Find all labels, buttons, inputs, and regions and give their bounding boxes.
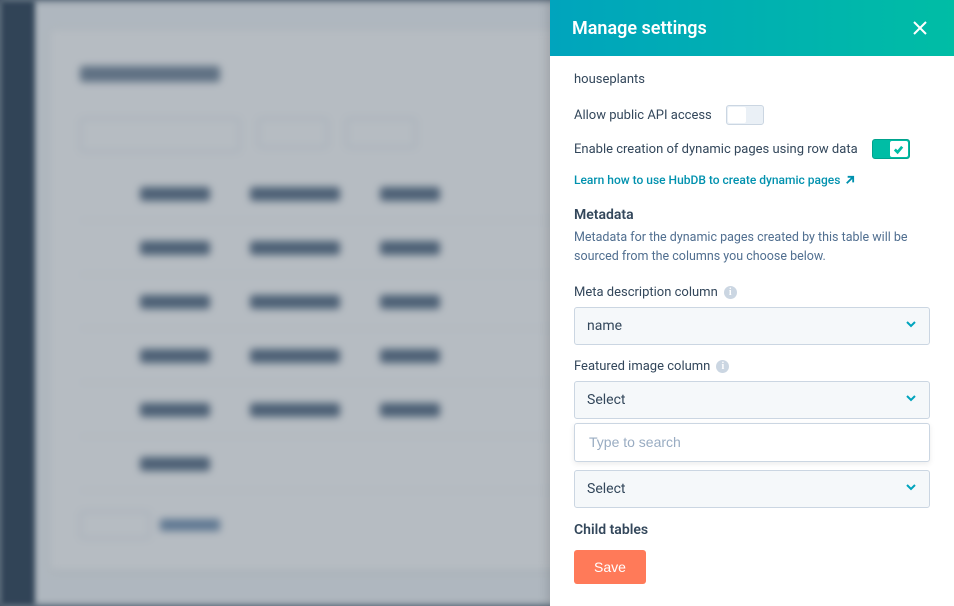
- learn-link[interactable]: Learn how to use HubDB to create dynamic…: [574, 173, 855, 187]
- chevron-down-icon: [905, 318, 917, 330]
- dropdown-search: [574, 423, 930, 462]
- api-access-row: Allow public API access: [574, 105, 930, 125]
- dropdown-search-input[interactable]: [589, 434, 915, 450]
- check-icon: [893, 144, 904, 155]
- chevron-down-icon: [905, 481, 917, 493]
- featured-image-select[interactable]: Select: [574, 381, 930, 419]
- meta-desc-value: name: [587, 318, 622, 334]
- api-access-label: Allow public API access: [574, 108, 712, 123]
- settings-panel: Manage settings houseplants Allow public…: [550, 0, 954, 606]
- learn-link-text: Learn how to use HubDB to create dynamic…: [574, 173, 840, 187]
- api-access-toggle[interactable]: [726, 105, 764, 125]
- info-icon[interactable]: i: [716, 360, 729, 373]
- meta-desc-label-text: Meta description column: [574, 285, 718, 300]
- third-select-value: Select: [587, 481, 625, 497]
- dynamic-pages-label: Enable creation of dynamic pages using r…: [574, 142, 858, 157]
- featured-image-label-text: Featured image column: [574, 359, 710, 374]
- panel-footer: Save: [550, 536, 954, 606]
- save-button[interactable]: Save: [574, 550, 646, 584]
- featured-image-value: Select: [587, 392, 625, 408]
- close-icon: [912, 20, 928, 36]
- third-select[interactable]: Select: [574, 470, 930, 508]
- chevron-down-icon: [905, 392, 917, 404]
- dynamic-pages-row: Enable creation of dynamic pages using r…: [574, 139, 930, 159]
- panel-body: houseplants Allow public API access Enab…: [550, 56, 954, 536]
- external-link-icon: [844, 175, 855, 186]
- metadata-title: Metadata: [574, 207, 930, 223]
- panel-title: Manage settings: [572, 18, 707, 39]
- close-button[interactable]: [908, 16, 932, 40]
- child-tables-title: Child tables: [574, 522, 930, 537]
- table-name: houseplants: [574, 72, 930, 87]
- info-icon[interactable]: i: [724, 286, 737, 299]
- metadata-desc: Metadata for the dynamic pages created b…: [574, 229, 930, 267]
- featured-image-label: Featured image column i: [574, 359, 930, 374]
- meta-desc-label: Meta description column i: [574, 285, 930, 300]
- meta-desc-select[interactable]: name: [574, 307, 930, 345]
- panel-header: Manage settings: [550, 0, 954, 56]
- dynamic-pages-toggle[interactable]: [872, 139, 910, 159]
